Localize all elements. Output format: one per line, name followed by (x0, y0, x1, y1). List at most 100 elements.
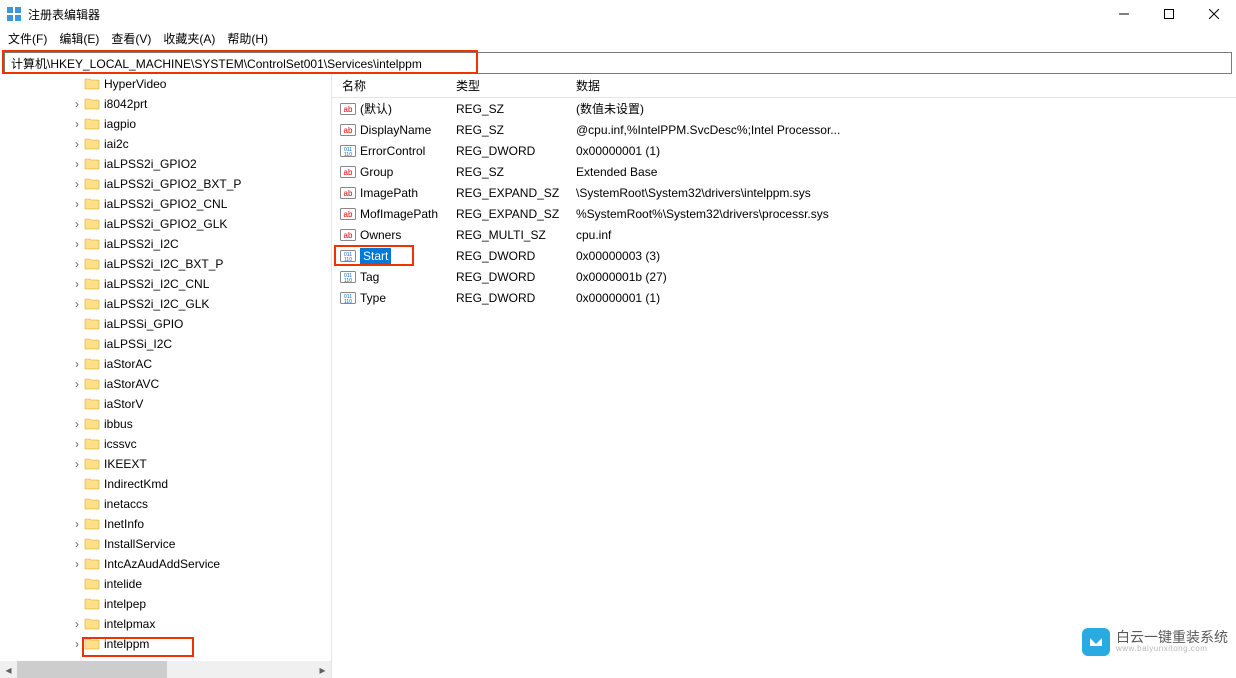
menu-edit[interactable]: 编辑(E) (59, 30, 99, 47)
tree-item-ialpss2i_gpio2_cnl[interactable]: ›iaLPSS2i_GPIO2_CNL (0, 194, 331, 214)
tree-item-iastorac[interactable]: ›iaStorAC (0, 354, 331, 374)
menu-favorites[interactable]: 收藏夹(A) (163, 30, 215, 47)
tree-item-ialpssi_i2c[interactable]: iaLPSSi_I2C (0, 334, 331, 354)
binary-value-icon: 011110 (340, 248, 356, 264)
column-data[interactable]: 数据 (576, 77, 1236, 94)
svg-text:ab: ab (344, 210, 353, 219)
string-value-icon: ab (340, 122, 356, 138)
expand-icon[interactable]: › (70, 237, 84, 251)
tree-item-intcazaudaddservice[interactable]: ›IntcAzAudAddService (0, 554, 331, 574)
tree-label: IKEEXT (104, 457, 147, 471)
value-type: REG_DWORD (456, 270, 535, 284)
expand-icon[interactable]: › (70, 277, 84, 291)
value-row[interactable]: abOwnersREG_MULTI_SZcpu.inf (332, 224, 1236, 245)
tree-item-ialpss2i_i2c[interactable]: ›iaLPSS2i_I2C (0, 234, 331, 254)
tree-label: iai2c (104, 137, 129, 151)
expand-icon[interactable]: › (70, 217, 84, 231)
value-row[interactable]: 011110TypeREG_DWORD0x00000001 (1) (332, 287, 1236, 308)
value-name: Tag (360, 270, 379, 284)
value-row[interactable]: 011110StartREG_DWORD0x00000003 (3) (332, 245, 1236, 266)
expand-icon[interactable]: › (70, 357, 84, 371)
value-row[interactable]: abDisplayNameREG_SZ@cpu.inf,%IntelPPM.Sv… (332, 119, 1236, 140)
tree-item-inetinfo[interactable]: ›InetInfo (0, 514, 331, 534)
binary-value-icon: 011110 (340, 143, 356, 159)
folder-icon (84, 337, 100, 351)
tree-item-ibbus[interactable]: ›ibbus (0, 414, 331, 434)
value-row[interactable]: 011110ErrorControlREG_DWORD0x00000001 (1… (332, 140, 1236, 161)
tree-item-icssvc[interactable]: ›icssvc (0, 434, 331, 454)
expand-icon[interactable]: › (70, 177, 84, 191)
horizontal-scrollbar[interactable]: ◂ ▸ (0, 661, 331, 678)
tree-item-ialpss2i_gpio2[interactable]: ›iaLPSS2i_GPIO2 (0, 154, 331, 174)
value-row[interactable]: 011110TagREG_DWORD0x0000001b (27) (332, 266, 1236, 287)
tree-item-iai2c[interactable]: › iai2c (0, 134, 331, 154)
expand-icon[interactable]: › (70, 157, 84, 171)
tree-item-inetaccs[interactable]: inetaccs (0, 494, 331, 514)
tree-item-ialpssi_gpio[interactable]: iaLPSSi_GPIO (0, 314, 331, 334)
tree-item-indirectkmd[interactable]: IndirectKmd (0, 474, 331, 494)
tree-item-iastorv[interactable]: iaStorV (0, 394, 331, 414)
tree-item-hypervideo[interactable]: HyperVideo (0, 74, 331, 94)
tree-item-ikeext[interactable]: › IKEEXT (0, 454, 331, 474)
scroll-thumb[interactable] (17, 661, 167, 678)
expand-icon[interactable]: › (70, 557, 84, 571)
value-type: REG_SZ (456, 123, 504, 137)
tree-item-i8042prt[interactable]: ›i8042prt (0, 94, 331, 114)
menu-view[interactable]: 查看(V) (111, 30, 151, 47)
folder-icon (84, 77, 100, 91)
scroll-left-arrow[interactable]: ◂ (0, 661, 17, 678)
tree-label: InstallService (104, 537, 175, 551)
column-type[interactable]: 类型 (456, 77, 576, 94)
value-row[interactable]: ab(默认)REG_SZ(数值未设置) (332, 98, 1236, 119)
minimize-button[interactable] (1101, 0, 1146, 28)
expand-icon[interactable]: › (70, 637, 84, 651)
value-row[interactable]: abGroupREG_SZExtended Base (332, 161, 1236, 182)
address-input[interactable] (4, 52, 1232, 74)
tree-label: iaStorAVC (104, 377, 159, 391)
tree-item-ialpss2i_i2c_cnl[interactable]: ›iaLPSS2i_I2C_CNL (0, 274, 331, 294)
close-button[interactable] (1191, 0, 1236, 28)
expand-icon[interactable]: › (70, 437, 84, 451)
maximize-button[interactable] (1146, 0, 1191, 28)
menu-file[interactable]: 文件(F) (8, 30, 47, 47)
value-type: REG_DWORD (456, 249, 535, 263)
tree-item-intelpmax[interactable]: ›intelpmax (0, 614, 331, 634)
folder-icon (84, 437, 100, 451)
expand-icon[interactable]: › (70, 377, 84, 391)
scroll-right-arrow[interactable]: ▸ (314, 661, 331, 678)
value-row[interactable]: abMofImagePathREG_EXPAND_SZ%SystemRoot%\… (332, 203, 1236, 224)
tree-item-ialpss2i_gpio2_glk[interactable]: ›iaLPSS2i_GPIO2_GLK (0, 214, 331, 234)
expand-icon[interactable]: › (70, 117, 84, 131)
tree-item-ialpss2i_i2c_bxt_p[interactable]: ›iaLPSS2i_I2C_BXT_P (0, 254, 331, 274)
expand-icon[interactable]: › (70, 617, 84, 631)
tree-item-iagpio[interactable]: › iagpio (0, 114, 331, 134)
tree-label: iaStorV (104, 397, 143, 411)
tree-label: iagpio (104, 117, 136, 131)
tree-item-intelpep[interactable]: intelpep (0, 594, 331, 614)
menu-help[interactable]: 帮助(H) (227, 30, 268, 47)
value-row[interactable]: abImagePathREG_EXPAND_SZ\SystemRoot\Syst… (332, 182, 1236, 203)
expand-icon[interactable]: › (70, 297, 84, 311)
tree-pane[interactable]: HyperVideo›i8042prt › iagpio › iai2c ›iaLPSS2… (0, 74, 332, 678)
column-name[interactable]: 名称 (332, 77, 456, 94)
tree-item-installservice[interactable]: › InstallService (0, 534, 331, 554)
svg-text:110: 110 (344, 299, 352, 305)
tree-item-ialpss2i_gpio2_bxt_p[interactable]: ›iaLPSS2i_GPIO2_BXT_P (0, 174, 331, 194)
tree-item-iastoravc[interactable]: › iaStorAVC (0, 374, 331, 394)
expand-icon[interactable]: › (70, 517, 84, 531)
value-type: REG_MULTI_SZ (456, 228, 546, 242)
expand-icon[interactable]: › (70, 137, 84, 151)
tree-label: inetaccs (104, 497, 148, 511)
tree-item-intelppm[interactable]: ›intelppm (0, 634, 331, 654)
expand-icon[interactable]: › (70, 417, 84, 431)
value-data: %SystemRoot%\System32\drivers\processr.s… (576, 207, 829, 221)
expand-icon[interactable]: › (70, 257, 84, 271)
value-name: DisplayName (360, 123, 431, 137)
expand-icon[interactable]: › (70, 197, 84, 211)
expand-icon[interactable]: › (70, 457, 84, 471)
tree-item-ialpss2i_i2c_glk[interactable]: ›iaLPSS2i_I2C_GLK (0, 294, 331, 314)
expand-icon[interactable]: › (70, 537, 84, 551)
value-data: \SystemRoot\System32\drivers\intelppm.sy… (576, 186, 811, 200)
tree-item-intelide[interactable]: intelide (0, 574, 331, 594)
expand-icon[interactable]: › (70, 97, 84, 111)
